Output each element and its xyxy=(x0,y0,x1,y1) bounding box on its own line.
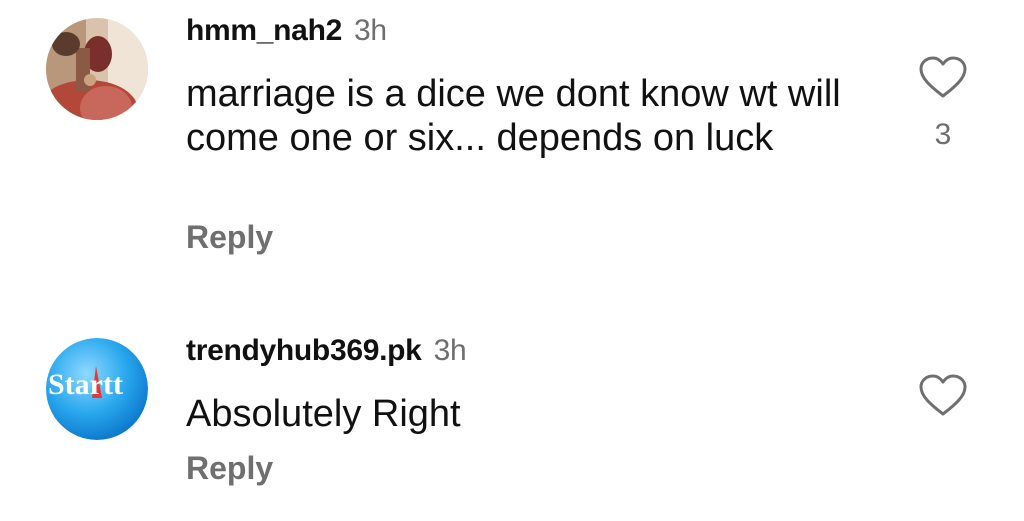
reply-button[interactable]: Reply xyxy=(186,450,273,487)
heart-outline-icon xyxy=(919,374,967,416)
comment-header: trendyhub369.pk 3h xyxy=(186,334,467,368)
svg-text:Startt: Startt xyxy=(48,368,123,401)
comment-timestamp: 3h xyxy=(433,334,467,367)
comment-item: Startt trendyhub369.pk 3h Absolutely Righ… xyxy=(0,0,1024,521)
like-button[interactable] xyxy=(918,374,968,418)
avatar-logo: Startt xyxy=(46,338,148,440)
username-link[interactable]: trendyhub369.pk xyxy=(186,334,422,367)
comment-text: Absolutely Right xyxy=(186,393,461,435)
avatar[interactable]: Startt xyxy=(46,338,148,440)
